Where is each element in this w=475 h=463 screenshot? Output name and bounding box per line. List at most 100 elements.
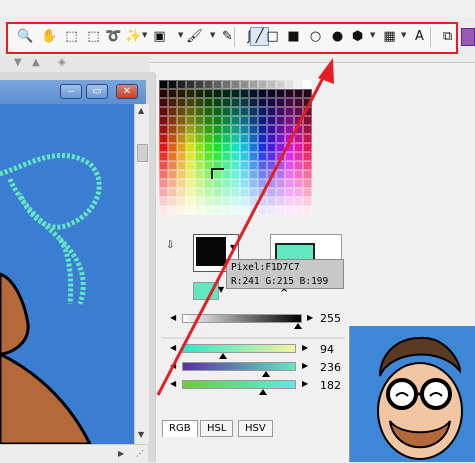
color-swatch[interactable] (267, 188, 276, 197)
color-swatch[interactable] (285, 98, 294, 107)
eraser-icon[interactable]: ◈ (58, 57, 66, 68)
color-swatch[interactable] (303, 125, 312, 134)
color-swatch[interactable] (177, 116, 186, 125)
color-swatch[interactable] (267, 107, 276, 116)
color-swatch[interactable] (186, 179, 195, 188)
color-swatch[interactable] (258, 107, 267, 116)
crop-select-icon[interactable]: ⬚ (84, 27, 103, 46)
swap-colors-icon[interactable]: ⇩ (166, 240, 174, 251)
color-swatch[interactable] (294, 89, 303, 98)
color-swatch[interactable] (276, 188, 285, 197)
color-swatch[interactable] (159, 134, 168, 143)
color-swatch[interactable] (204, 107, 213, 116)
color-swatch[interactable] (267, 197, 276, 206)
gray-slider-right-icon[interactable]: ▶ (307, 313, 313, 322)
color-swatch[interactable] (294, 188, 303, 197)
color-swatch[interactable] (285, 125, 294, 134)
color-swatch[interactable] (240, 179, 249, 188)
color-swatch[interactable] (213, 89, 222, 98)
color-swatch[interactable] (159, 89, 168, 98)
color-swatch[interactable] (258, 134, 267, 143)
color-swatch[interactable] (186, 197, 195, 206)
color-swatch[interactable] (168, 170, 177, 179)
color-swatch[interactable] (177, 107, 186, 116)
color-swatch[interactable] (231, 134, 240, 143)
text-icon[interactable]: A (410, 27, 429, 46)
color-swatch[interactable] (267, 143, 276, 152)
color-swatch[interactable] (258, 170, 267, 179)
color-swatch[interactable] (204, 179, 213, 188)
color-swatch[interactable] (159, 143, 168, 152)
color-swatch[interactable] (267, 125, 276, 134)
color-swatch[interactable] (249, 98, 258, 107)
color-swatch[interactable] (159, 179, 168, 188)
color-swatch[interactable] (303, 179, 312, 188)
slider2-left-icon[interactable]: ◀ (170, 361, 176, 370)
color-swatch[interactable] (258, 116, 267, 125)
paint-bucket-icon[interactable]: ⬢ (348, 27, 367, 46)
horizontal-scrollbar[interactable]: ▶ ⋰ (0, 444, 148, 463)
color-swatch[interactable] (159, 197, 168, 206)
color-swatch[interactable] (222, 143, 231, 152)
color-swatch[interactable] (294, 143, 303, 152)
color-swatch[interactable] (240, 125, 249, 134)
color-swatch[interactable] (240, 107, 249, 116)
color-swatch[interactable] (258, 89, 267, 98)
color-swatch[interactable] (249, 107, 258, 116)
recent-dropdown-icon[interactable]: ▼ (218, 285, 224, 294)
color-swatch[interactable] (195, 98, 204, 107)
lasso-icon[interactable]: ➰ (104, 27, 123, 46)
color-swatch[interactable] (294, 170, 303, 179)
color-swatch[interactable] (186, 80, 195, 89)
color-swatch[interactable] (195, 206, 204, 215)
color-swatch[interactable] (249, 80, 258, 89)
color-swatch[interactable] (168, 161, 177, 170)
color-swatch[interactable] (159, 170, 168, 179)
color-swatch[interactable] (249, 206, 258, 215)
tool-dropdown-icon[interactable]: ▼ (401, 31, 406, 39)
color-swatch[interactable] (204, 161, 213, 170)
color-swatch[interactable] (177, 143, 186, 152)
color-swatch[interactable] (231, 197, 240, 206)
color-swatch[interactable] (276, 206, 285, 215)
color-swatch[interactable] (195, 161, 204, 170)
color-swatch[interactable] (159, 125, 168, 134)
color-swatch[interactable] (231, 206, 240, 215)
ellipse-outline-icon[interactable]: ○ (306, 27, 325, 46)
gradient-icon[interactable]: ▦ (380, 27, 399, 46)
color-swatch[interactable] (222, 107, 231, 116)
color-swatch[interactable] (231, 143, 240, 152)
color-swatch[interactable] (258, 197, 267, 206)
color-swatch[interactable] (168, 143, 177, 152)
color-swatch[interactable] (303, 161, 312, 170)
primary-dropdown-icon[interactable]: ▼ (230, 243, 236, 252)
color-swatch[interactable] (222, 197, 231, 206)
color-swatch[interactable] (267, 134, 276, 143)
color-swatch[interactable] (258, 80, 267, 89)
color-swatch[interactable] (213, 116, 222, 125)
color-swatch[interactable] (294, 107, 303, 116)
color-swatch[interactable] (204, 170, 213, 179)
color-swatch[interactable] (303, 89, 312, 98)
slider1-left-icon[interactable]: ◀ (170, 343, 176, 352)
color-swatch[interactable] (303, 107, 312, 116)
color-swatch[interactable] (168, 152, 177, 161)
color-swatch[interactable] (240, 143, 249, 152)
image-canvas[interactable] (0, 104, 134, 444)
color-swatch[interactable] (303, 170, 312, 179)
color-swatch[interactable] (177, 206, 186, 215)
chevron-up-icon[interactable]: ▲ (32, 57, 40, 68)
color-swatch[interactable] (240, 188, 249, 197)
color-swatch[interactable] (213, 161, 222, 170)
hand-icon[interactable]: ✋ (40, 27, 59, 46)
color-swatch[interactable] (303, 188, 312, 197)
color-swatch[interactable] (177, 134, 186, 143)
color-swatch[interactable] (204, 80, 213, 89)
color-swatch[interactable] (267, 80, 276, 89)
color-swatch[interactable] (285, 170, 294, 179)
magic-wand-icon[interactable]: ✨ (124, 27, 143, 46)
color-swatch[interactable] (186, 161, 195, 170)
color-swatch[interactable] (222, 179, 231, 188)
color-swatch[interactable] (267, 116, 276, 125)
scroll-down-icon[interactable]: ▼ (138, 430, 144, 439)
